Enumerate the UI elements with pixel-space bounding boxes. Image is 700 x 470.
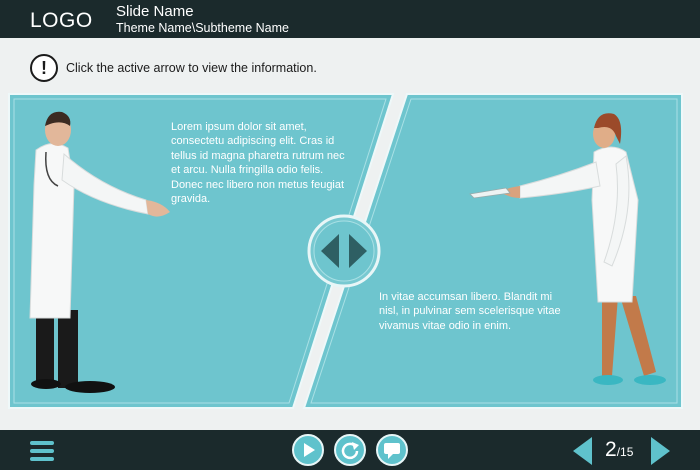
slide-title: Slide Name — [116, 3, 194, 20]
left-panel-text: Lorem ipsum dolor sit amet, consectetu a… — [171, 121, 345, 206]
play-icon — [304, 443, 315, 457]
page-counter: 2/15 — [605, 438, 633, 462]
logo: LOGO — [30, 9, 93, 32]
previous-arrow-icon[interactable] — [573, 437, 593, 465]
right-panel-text: In vitae accumsan libero. Blandit mi nis… — [379, 291, 561, 332]
comment-button[interactable] — [376, 434, 408, 466]
play-button[interactable] — [292, 434, 324, 466]
hamburger-menu-icon[interactable] — [30, 441, 54, 461]
replay-icon — [341, 442, 359, 460]
total-pages: /15 — [616, 445, 634, 459]
instruction-text: Click the active arrow to view the infor… — [66, 61, 317, 75]
current-page: 2 — [605, 438, 617, 461]
theme-subtitle: Theme Name\Subtheme Name — [116, 21, 289, 35]
bottom-bar: 2/15 — [0, 430, 700, 470]
speech-bubble-icon — [384, 443, 400, 459]
next-arrow-icon[interactable] — [650, 437, 670, 465]
top-bar: LOGO Slide Name Theme Name\Subtheme Name — [0, 0, 700, 38]
exclamation-icon: ! — [30, 54, 58, 82]
left-right-arrows-icon[interactable] — [307, 214, 381, 288]
replay-button[interactable] — [334, 434, 366, 466]
